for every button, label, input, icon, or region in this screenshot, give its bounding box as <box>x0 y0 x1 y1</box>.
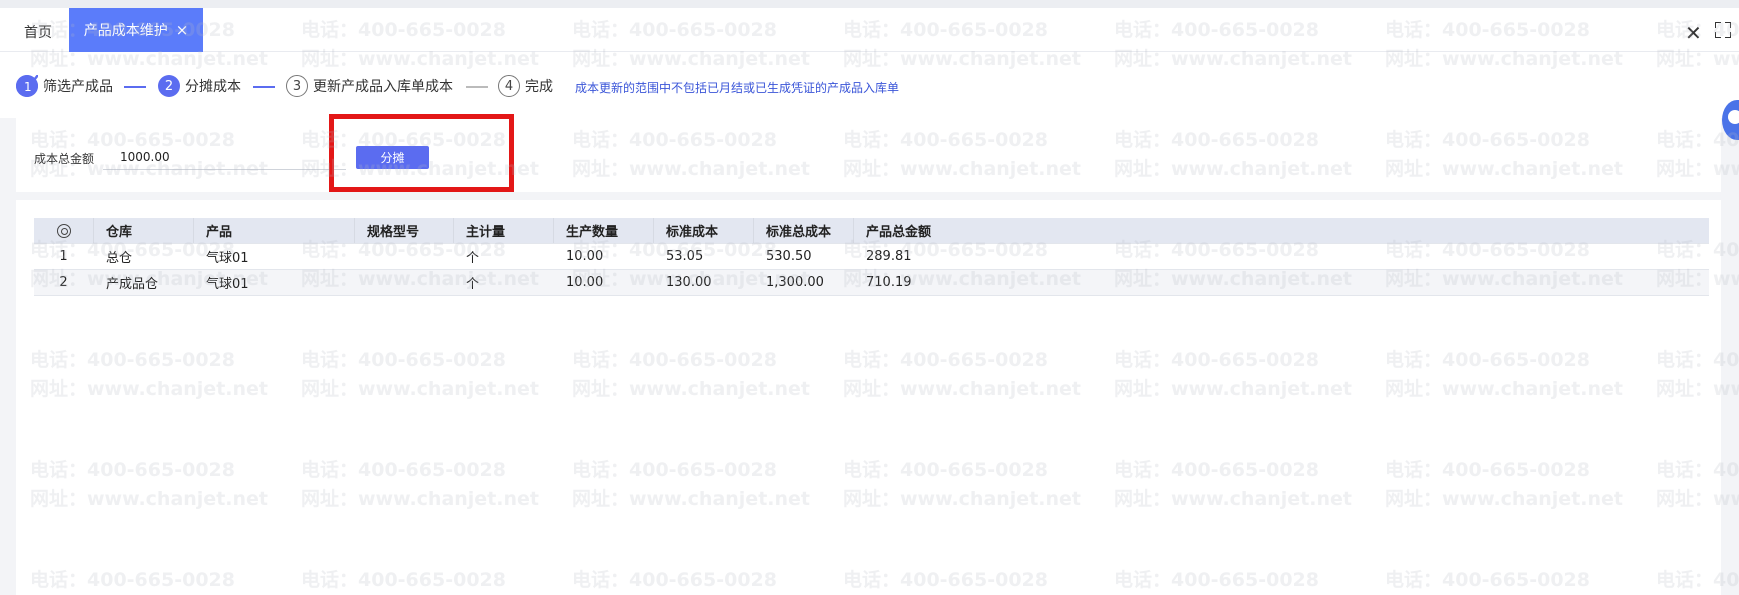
step-connector <box>466 86 488 88</box>
fullscreen-icon[interactable] <box>1715 22 1731 38</box>
column-settings[interactable] <box>34 218 94 243</box>
step-connector <box>124 86 146 88</box>
cell-unit: 个 <box>466 251 480 266</box>
step-finish: 4 完成 <box>498 75 553 97</box>
column-header[interactable]: 主计量 <box>454 218 554 243</box>
step-filter-products: 1 筛选产成品 <box>16 75 113 97</box>
tab-label: 产品成本维护 <box>83 23 168 39</box>
cell-product-total-amount: 710.19 <box>866 275 912 290</box>
table-header-row: 仓库 产品 规格型号 主计量 生产数量 标准成本 标准总成本 产品总金额 <box>34 218 1709 244</box>
step-label: 完成 <box>525 79 553 95</box>
cost-amount-panel: 成本总金额 分摊 <box>16 114 1721 192</box>
cell-product: 气球01 <box>206 251 249 266</box>
column-header[interactable]: 生产数量 <box>554 218 654 243</box>
row-number: 2 <box>59 275 68 290</box>
tab-bar: 首页 产品成本维护 × ✕ <box>0 8 1739 52</box>
svg-text:1: 1 <box>24 80 32 94</box>
step-update-receipt-cost: 3 更新产成品入库单成本 <box>286 75 453 97</box>
total-cost-label: 成本总金额 <box>34 152 95 166</box>
tab-product-cost-maintenance[interactable]: 产品成本维护 × <box>69 8 203 52</box>
step-hint: 成本更新的范围中不包括已月结或已生成凭证的产成品入库单 <box>575 81 900 95</box>
column-header[interactable]: 产品 <box>194 218 355 243</box>
step-number: 2 <box>158 75 180 97</box>
cell-warehouse: 产成品仓 <box>106 277 159 292</box>
cell-unit: 个 <box>466 277 480 292</box>
settings-icon[interactable] <box>56 223 71 238</box>
step-done-check-icon: 1 <box>16 75 38 97</box>
column-header[interactable]: 标准成本 <box>654 218 754 243</box>
cell-quantity: 10.00 <box>566 249 604 264</box>
tab-close-icon[interactable]: × <box>176 22 189 38</box>
cell-standard-total-cost: 1,300.00 <box>766 275 824 290</box>
column-header[interactable]: 标准总成本 <box>754 218 854 243</box>
step-label: 筛选产成品 <box>43 79 113 95</box>
cost-table: 仓库 产品 规格型号 主计量 生产数量 标准成本 标准总成本 产品总金额 1 总… <box>34 218 1709 296</box>
step-bar: 1 筛选产成品 2 分摊成本 3 更新产成品入库单成本 4 完成 成本更新的范围… <box>0 52 1739 118</box>
cell-standard-cost: 130.00 <box>666 275 712 290</box>
table-row[interactable]: 2 产成品仓 气球01 个 10.00 130.00 1,300.00 710.… <box>34 270 1709 296</box>
column-header[interactable]: 仓库 <box>94 218 194 243</box>
cell-standard-cost: 53.05 <box>666 249 704 264</box>
step-label: 更新产成品入库单成本 <box>313 79 453 95</box>
top-strip <box>0 0 1739 8</box>
column-header[interactable]: 规格型号 <box>355 218 454 243</box>
step-number: 4 <box>498 75 520 97</box>
cell-quantity: 10.00 <box>566 275 604 290</box>
highlight-box <box>329 114 514 192</box>
window-close-icon[interactable]: ✕ <box>1685 21 1702 45</box>
column-header[interactable]: 产品总金额 <box>854 218 1709 243</box>
cell-product-total-amount: 289.81 <box>866 249 912 264</box>
row-number: 1 <box>59 249 68 264</box>
cell-standard-total-cost: 530.50 <box>766 249 812 264</box>
app-window: 首页 产品成本维护 × ✕ 1 筛选产成品 2 分摊成本 3 更新产成品入库单成… <box>0 0 1739 595</box>
cell-warehouse: 总仓 <box>106 251 133 266</box>
step-allocate-cost: 2 分摊成本 <box>158 75 241 97</box>
cell-product: 气球01 <box>206 277 249 292</box>
step-number: 3 <box>286 75 308 97</box>
total-cost-input[interactable] <box>103 144 346 170</box>
cost-table-panel: 仓库 产品 规格型号 主计量 生产数量 标准成本 标准总成本 产品总金额 1 总… <box>16 200 1721 595</box>
cell-spec <box>355 270 454 295</box>
step-label: 分摊成本 <box>185 79 241 95</box>
tab-home[interactable]: 首页 <box>24 22 52 42</box>
step-connector <box>253 86 275 88</box>
table-row[interactable]: 1 总仓 气球01 个 10.00 53.05 530.50 289.81 <box>34 244 1709 270</box>
cell-spec <box>355 244 454 269</box>
